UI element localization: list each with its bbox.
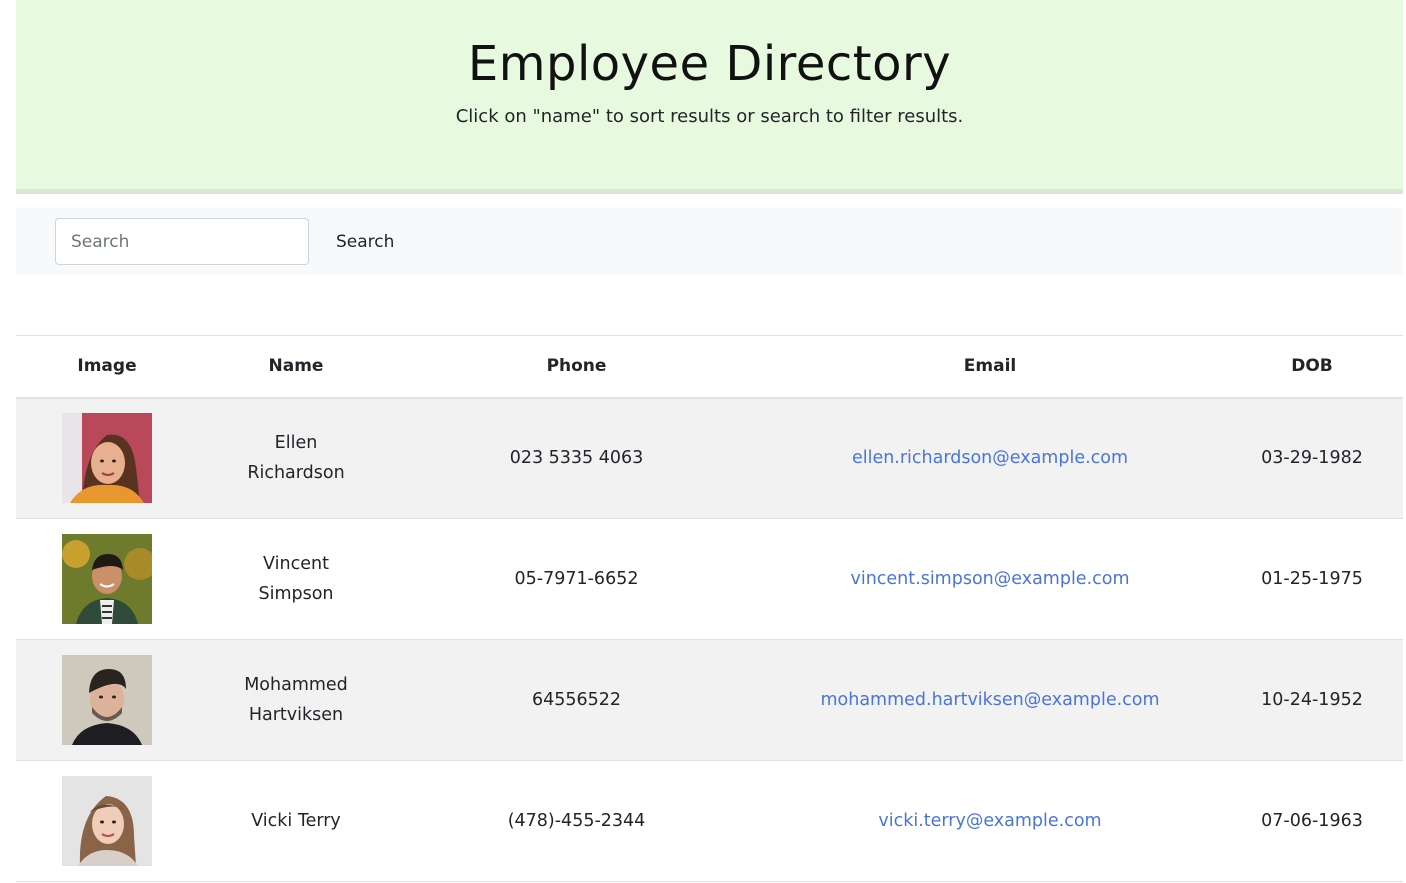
table-header: Image Name Phone Email DOB (16, 335, 1403, 399)
image-cell (16, 397, 198, 519)
table-row: Mohammed Hartviksen 64556522 mohammed.ha… (16, 639, 1403, 761)
woman-portrait-icon (62, 413, 152, 504)
search-bar: Search (16, 208, 1403, 274)
employee-table: Image Name Phone Email DOB Ellen Richard… (16, 335, 1403, 882)
email-link[interactable]: mohammed.hartviksen@example.com (820, 690, 1159, 710)
column-header-phone: Phone (394, 335, 759, 399)
dob-cell: 10-24-1952 (1221, 639, 1403, 761)
column-header-image: Image (16, 335, 198, 399)
email-cell: mohammed.hartviksen@example.com (759, 639, 1221, 761)
image-cell (16, 760, 198, 882)
page-subtitle: Click on "name" to sort results or searc… (455, 106, 964, 127)
email-cell: vicki.terry@example.com (759, 760, 1221, 882)
table-row: Ellen Richardson 023 5335 4063 ellen.ric… (16, 397, 1403, 519)
name-cell: Vincent Simpson (198, 518, 394, 640)
table-row: Vicki Terry (478)-455-2344 vicki.terry@e… (16, 760, 1403, 882)
email-link[interactable]: vicki.terry@example.com (878, 811, 1101, 831)
page-title: Employee Directory (467, 36, 952, 92)
search-button[interactable]: Search (324, 218, 406, 265)
woman-portrait-icon (62, 776, 152, 866)
column-header-dob: DOB (1221, 335, 1403, 399)
image-cell (16, 639, 198, 761)
dob-cell: 03-29-1982 (1221, 397, 1403, 519)
column-header-name[interactable]: Name (198, 335, 394, 399)
name-cell: Mohammed Hartviksen (198, 639, 394, 761)
email-link[interactable]: vincent.simpson@example.com (850, 569, 1129, 589)
table-row: Vincent Simpson 05-7971-6652 vincent.sim… (16, 518, 1403, 640)
name-cell: Ellen Richardson (198, 397, 394, 519)
man-portrait-icon (62, 655, 152, 745)
column-header-email: Email (759, 335, 1221, 399)
email-cell: ellen.richardson@example.com (759, 397, 1221, 519)
image-cell (16, 518, 198, 640)
search-input[interactable] (55, 218, 309, 265)
phone-cell: 64556522 (394, 639, 759, 761)
name-cell: Vicki Terry (198, 760, 394, 882)
email-cell: vincent.simpson@example.com (759, 518, 1221, 640)
phone-cell: (478)-455-2344 (394, 760, 759, 882)
man-portrait-icon (62, 534, 152, 624)
email-link[interactable]: ellen.richardson@example.com (852, 448, 1128, 468)
dob-cell: 01-25-1975 (1221, 518, 1403, 640)
dob-cell: 07-06-1963 (1221, 760, 1403, 882)
page-header: Employee Directory Click on "name" to so… (16, 0, 1403, 194)
phone-cell: 05-7971-6652 (394, 518, 759, 640)
phone-cell: 023 5335 4063 (394, 397, 759, 519)
